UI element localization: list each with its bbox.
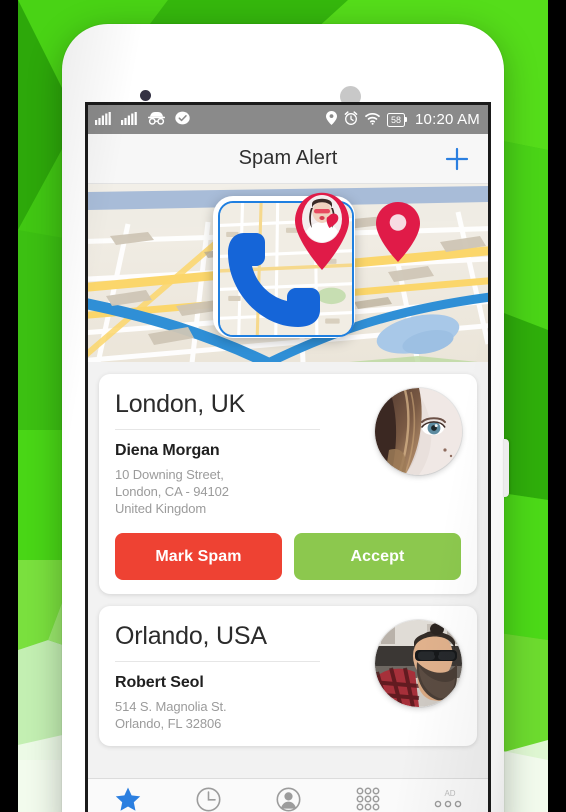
list-item[interactable]: London, UK Diena Morgan 10 Downing Stree… <box>99 374 477 594</box>
battery-indicator: 58 <box>387 112 408 127</box>
screenshot-stage: 58 10:20 AM Spam Alert London, UK Diena … <box>0 0 566 812</box>
apps-dots-icon: AD <box>431 786 465 812</box>
star-icon <box>115 786 141 812</box>
avatar-woman-photo <box>375 388 462 475</box>
signal-bars-icon <box>95 111 112 128</box>
keypad-dots-icon <box>355 786 381 812</box>
nav-item-contacts[interactable]: Contacts <box>248 786 328 812</box>
accept-button[interactable]: Accept <box>294 533 461 580</box>
nav-item-recents[interactable]: Recents <box>168 786 248 812</box>
card-city: London, UK <box>115 390 246 418</box>
location-pin-icon <box>326 111 337 128</box>
nav-item-favourites[interactable]: Favourites <box>88 786 168 812</box>
alarm-clock-icon <box>344 111 358 128</box>
mark-spam-button[interactable]: Mark Spam <box>115 533 282 580</box>
front-camera-icon <box>140 90 151 101</box>
avatar <box>375 620 462 707</box>
divider <box>115 661 320 662</box>
status-bar: 58 10:20 AM <box>88 105 488 134</box>
nav-item-apps[interactable]: AD Apps <box>408 786 488 812</box>
address-line: United Kingdom <box>115 501 207 516</box>
address-line: London, CA - 94102 <box>115 484 229 499</box>
page-title: Spam Alert <box>238 147 338 169</box>
plus-icon[interactable] <box>444 146 470 172</box>
power-button[interactable] <box>503 439 509 497</box>
bottom-navigation: Favourites Recents <box>88 778 488 812</box>
wifi-icon <box>365 112 380 128</box>
map-banner <box>88 184 488 363</box>
card-city: Orlando, USA <box>115 622 267 650</box>
speaker-icon <box>340 86 361 107</box>
incognito-icon <box>147 111 166 128</box>
signal-bars-icon <box>121 111 138 128</box>
app-title-bar: Spam Alert <box>88 134 488 184</box>
incoming-call-card <box>213 192 355 338</box>
battery-level-label: 58 <box>391 114 402 125</box>
clock-icon <box>196 786 221 812</box>
card-actions: Mark Spam Accept <box>115 533 461 580</box>
avatar-man-photo <box>375 620 462 707</box>
phone-screen: 58 10:20 AM Spam Alert London, UK Diena … <box>88 105 488 812</box>
person-icon <box>276 786 301 812</box>
spam-alert-list[interactable]: London, UK Diena Morgan 10 Downing Stree… <box>88 362 488 779</box>
check-badge-icon <box>175 111 190 128</box>
address-line: Orlando, FL 32806 <box>115 716 222 731</box>
ad-badge-label: AD <box>444 789 455 798</box>
map-pin-icon <box>376 202 420 262</box>
photo-map-pin-icon <box>291 188 353 274</box>
divider <box>115 429 320 430</box>
avatar <box>375 388 462 475</box>
nav-item-keypad[interactable]: Keypad <box>328 786 408 812</box>
phone-mockup: 58 10:20 AM Spam Alert London, UK Diena … <box>62 24 509 812</box>
status-time: 10:20 AM <box>415 111 480 128</box>
list-item[interactable]: Orlando, USA Robert Seol 514 S. Magnolia… <box>99 606 477 746</box>
